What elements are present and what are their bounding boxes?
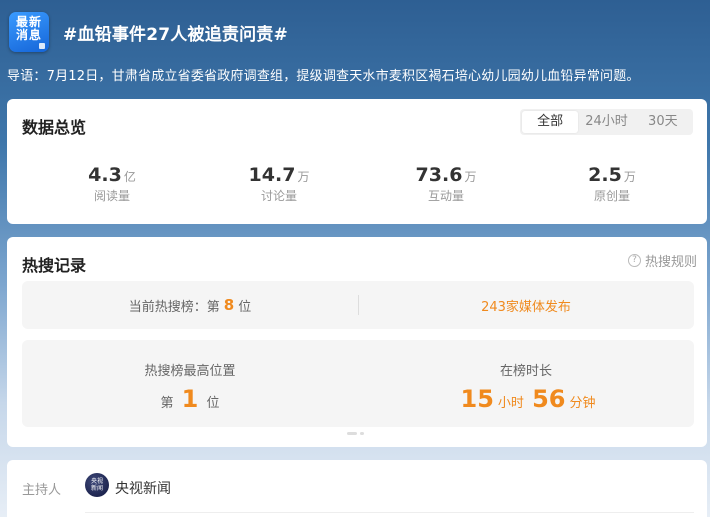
hot-search-card: 热搜记录 ? 热搜规则 当前热搜榜：第 8 位 243家媒体发布 热搜榜最高位置… [7, 237, 707, 447]
media-count-link[interactable]: 243家媒体发布 [358, 281, 694, 329]
time-filter: 全部 24小时 30天 [520, 109, 693, 135]
filter-all[interactable]: 全部 [522, 111, 579, 133]
carousel-dot [360, 432, 364, 435]
stat-reads: 4.3 亿 阅读量 [88, 164, 136, 203]
question-icon: ? [627, 254, 641, 267]
host-name-link[interactable]: 央视新闻 [115, 478, 171, 498]
overview-stats: 4.3 亿 阅读量 14.7 万 讨论量 73.6 万 互动量 2.5 万 原创量 [7, 164, 707, 209]
carousel-dot [347, 432, 357, 435]
current-rank: 当前热搜榜：第 8 位 [128, 296, 252, 315]
host-card: 主持人 央视 新闻 央视新闻 [7, 460, 707, 517]
peak-position: 热搜榜最高位置 第 1 位 [144, 364, 236, 413]
topic-title: #血铅事件27人被追责问责# [63, 25, 288, 45]
topic-header: 最新 消息 #血铅事件27人被追责问责# 导语：7月12日，甘肃省成立省委省政府… [0, 0, 710, 100]
current-rank-box: 当前热搜榜：第 8 位 243家媒体发布 [22, 281, 694, 329]
host-label: 主持人 [22, 483, 62, 498]
cctv-news-avatar-icon[interactable]: 央视 新闻 [85, 473, 109, 497]
stat-originals: 2.5 万 原创量 [588, 164, 636, 203]
carousel-indicator[interactable] [347, 432, 367, 435]
stat-interactions: 73.6 万 互动量 [415, 164, 477, 203]
overview-title: 数据总览 [22, 118, 87, 137]
on-list-duration: 在榜时长 15 小时 56 分钟 [460, 364, 596, 413]
filter-30d[interactable]: 30天 [635, 111, 691, 133]
topic-lead: 导语：7月12日，甘肃省成立省委省政府调查组，提级调查天水市麦积区褐石培心幼儿园… [7, 69, 640, 84]
hot-search-title: 热搜记录 [22, 256, 87, 275]
divider [85, 512, 694, 513]
hot-search-rules-link[interactable]: ? 热搜规则 [627, 251, 697, 270]
latest-news-badge-icon: 最新 消息 [9, 12, 49, 52]
filter-24h[interactable]: 24小时 [578, 111, 634, 133]
stat-discussions: 14.7 万 讨论量 [248, 164, 310, 203]
peak-stats-box: 热搜榜最高位置 第 1 位 在榜时长 15 小时 56 分钟 [22, 340, 694, 427]
data-overview-card: 数据总览 全部 24小时 30天 4.3 亿 阅读量 14.7 万 讨论量 73.6… [7, 99, 707, 224]
badge-corner-icon [39, 43, 45, 49]
